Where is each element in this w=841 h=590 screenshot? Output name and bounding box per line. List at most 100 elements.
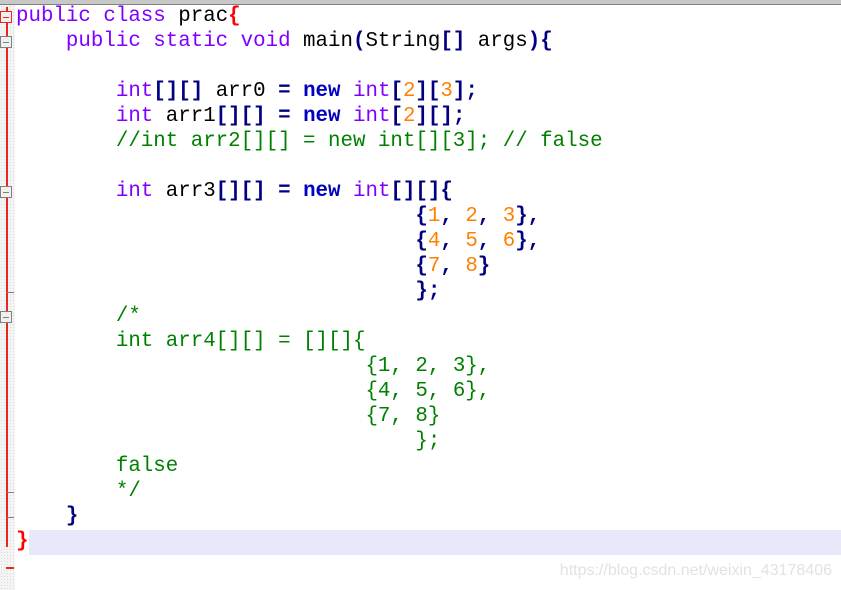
code-line[interactable]: int[][] arr0 = new int[2][3];	[16, 79, 603, 104]
code-line[interactable]: {7, 8}	[16, 254, 603, 279]
code-token: [][]	[215, 180, 266, 203]
code-token: 8	[465, 255, 478, 278]
code-line[interactable]: public class prac{	[16, 4, 603, 29]
code-line[interactable]: {4, 5, 6},	[16, 229, 603, 254]
code-line[interactable]: {4, 5, 6},	[16, 379, 603, 404]
code-token: {7, 8}	[365, 405, 441, 428]
code-token: int	[340, 80, 391, 103]
code-token: {	[228, 5, 241, 28]
code-token: arr0	[203, 80, 279, 103]
code-line[interactable]: }	[16, 504, 603, 529]
code-token: [	[390, 80, 403, 103]
code-line[interactable]: public static void main(String[] args){	[16, 29, 603, 54]
code-token: [][]	[153, 80, 204, 103]
code-token: {	[415, 230, 428, 253]
code-token: =	[278, 80, 291, 103]
fold-end-tick-icon	[7, 492, 14, 493]
code-token: 3	[502, 205, 516, 228]
code-token: =	[278, 180, 291, 203]
code-token: int	[340, 180, 391, 203]
code-token: [][]	[215, 105, 266, 128]
code-token: public class	[16, 5, 179, 28]
code-line[interactable]	[16, 54, 603, 79]
code-line[interactable]: false	[16, 454, 603, 479]
code-line[interactable]: int arr1[][] = new int[2][];	[16, 104, 603, 129]
code-line[interactable]: int arr4[][] = [][]{	[16, 329, 603, 354]
code-line[interactable]: };	[16, 429, 603, 454]
code-token: new	[303, 105, 341, 128]
code-token: prac	[178, 5, 229, 28]
code-token: }	[16, 530, 29, 553]
code-token: 4	[427, 230, 441, 253]
code-token: }	[477, 255, 491, 278]
code-line[interactable]: {1, 2, 3},	[16, 354, 603, 379]
code-line[interactable]: int arr3[][] = new int[][]{	[16, 179, 603, 204]
code-token: 6	[502, 230, 516, 253]
code-token: args	[465, 30, 528, 53]
code-line[interactable]: };	[16, 279, 603, 304]
code-token: ,	[440, 255, 466, 278]
fold-range-line	[6, 7, 8, 547]
fold-toggle-class-icon[interactable]	[0, 11, 12, 23]
code-token: },	[515, 205, 541, 228]
code-editor[interactable]: public class prac{ public static void ma…	[16, 4, 603, 554]
code-line[interactable]: {7, 8}	[16, 404, 603, 429]
code-token: 2	[402, 105, 416, 128]
fold-toggle-main-icon[interactable]	[0, 36, 12, 48]
code-token: 3	[440, 80, 453, 103]
code-line[interactable]: */	[16, 479, 603, 504]
code-line[interactable]: /*	[16, 304, 603, 329]
code-token: ,	[477, 230, 503, 253]
code-token: =	[278, 105, 291, 128]
code-token: public static void	[65, 30, 304, 53]
code-token: /*	[115, 305, 141, 328]
code-token: */	[115, 480, 141, 503]
code-token: ,	[440, 230, 466, 253]
code-token: int	[340, 105, 391, 128]
code-token: int	[115, 80, 154, 103]
code-token: int	[115, 180, 154, 203]
fold-margin[interactable]	[0, 5, 15, 590]
code-token: ,	[440, 205, 466, 228]
fold-end-tick-icon	[7, 517, 14, 518]
code-line[interactable]: }	[16, 529, 603, 554]
code-token: 1	[427, 205, 441, 228]
code-token: };	[415, 430, 441, 453]
code-token: 5	[465, 230, 478, 253]
code-line[interactable]: //int arr2[][] = new int[][3]; // false	[16, 129, 603, 154]
fold-toggle-arr3-icon[interactable]	[0, 186, 12, 198]
code-token: };	[415, 280, 441, 303]
code-token: new	[303, 180, 341, 203]
code-token: {4, 5, 6},	[365, 380, 491, 403]
code-token: 7	[427, 255, 441, 278]
code-token: [][]{	[390, 180, 453, 203]
code-token: {1, 2, 3},	[365, 355, 491, 378]
code-token: //int arr2[][] = new int[][3]; // false	[115, 130, 603, 153]
code-token: main	[303, 30, 353, 53]
fold-toggle-comment-icon[interactable]	[0, 311, 12, 323]
code-token: (	[352, 30, 366, 53]
code-line[interactable]: {1, 2, 3},	[16, 204, 603, 229]
code-line[interactable]	[16, 154, 603, 179]
code-token: String	[365, 30, 441, 53]
